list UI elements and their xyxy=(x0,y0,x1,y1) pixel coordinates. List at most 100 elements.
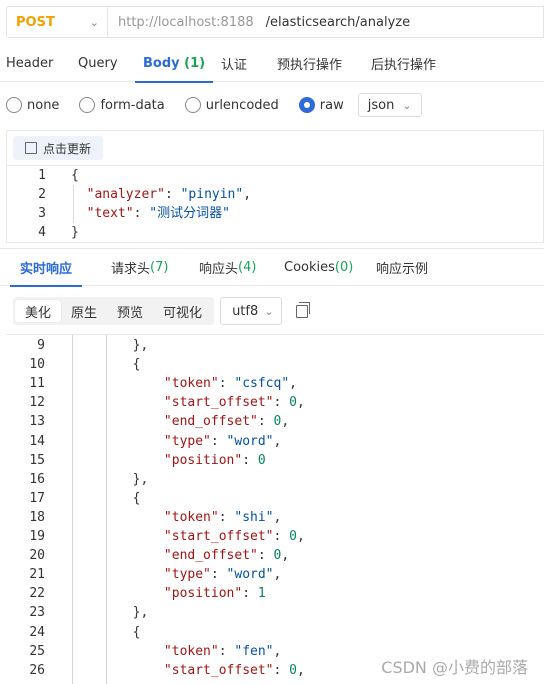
radio-circle-icon xyxy=(6,97,22,113)
code-token: , xyxy=(273,433,282,449)
code-token: , xyxy=(289,376,297,392)
radio-urlencoded-label: urlencoded xyxy=(205,97,279,113)
radio-form-data[interactable]: form-data xyxy=(73,97,165,113)
code-line: 15 "position": 0 xyxy=(6,451,544,470)
view-raw[interactable]: 原生 xyxy=(61,300,107,322)
line-number: 9 xyxy=(37,338,45,353)
line-number: 24 xyxy=(29,624,45,640)
body-format-select[interactable]: json ⌄ xyxy=(357,93,422,117)
tab-pre-script[interactable]: 预执行操作 xyxy=(277,44,342,82)
code-line: 24 { xyxy=(6,623,544,642)
tab-auth[interactable]: 认证 xyxy=(221,44,247,82)
method-select[interactable]: POST ⌄ xyxy=(6,6,108,38)
view-visualize[interactable]: 可视化 xyxy=(153,300,212,322)
code-line: 19 "start_offset": 0, xyxy=(6,527,544,546)
code-token: { xyxy=(71,168,79,183)
code-token: "start_offset" xyxy=(163,662,274,678)
code-text: } xyxy=(71,223,79,242)
tab-cookies[interactable]: Cookies (0) xyxy=(284,249,353,286)
indent-guide xyxy=(73,185,74,223)
code-token: 1 xyxy=(257,586,266,602)
code-token: "shi" xyxy=(234,509,274,525)
line-number: 12 xyxy=(29,395,45,411)
refresh-icon xyxy=(25,142,37,154)
refresh-button[interactable]: 点击更新 xyxy=(13,136,104,160)
view-pretty[interactable]: 美化 xyxy=(15,300,62,322)
code-token: , xyxy=(243,187,252,202)
request-tabs: Header Query Body (1) 认证 预执行操作 后执行操作 xyxy=(0,44,544,83)
code-text: "token": "csfcq", xyxy=(70,374,297,393)
code-line: 14 "type": "word", xyxy=(6,432,544,451)
line-number: 1 xyxy=(38,168,46,183)
code-line: 11 "token": "csfcq", xyxy=(6,374,544,393)
line-number: 20 xyxy=(29,548,45,564)
line-number: 10 xyxy=(29,357,45,373)
tab-live-response[interactable]: 实时响应 xyxy=(9,249,83,287)
code-line: 17 { xyxy=(6,489,544,508)
code-text: "type": "word", xyxy=(70,565,281,584)
editor-toolbar: 点击更新 xyxy=(6,130,544,165)
radio-form-data-label: form-data xyxy=(100,97,165,113)
code-text: "type": "word", xyxy=(70,432,281,451)
radio-raw[interactable]: raw xyxy=(293,97,344,113)
radio-checked-icon xyxy=(298,97,315,113)
tab-query[interactable]: Query xyxy=(78,44,118,82)
code-token: "pinyin" xyxy=(180,187,244,202)
code-text: "analyzer": "pinyin", xyxy=(71,185,251,204)
tab-request-headers[interactable]: 请求头 (7) xyxy=(111,249,168,286)
line-number: 17 xyxy=(29,490,45,506)
code-line: 13 "end_offset": 0, xyxy=(6,412,544,431)
code-token: }, xyxy=(70,471,149,487)
tab-response-headers-label: 响应头 xyxy=(199,262,239,277)
line-number: 15 xyxy=(29,452,45,468)
code-token: "end_offset" xyxy=(163,548,258,564)
code-token: : xyxy=(273,529,290,544)
encoding-value: utf8 xyxy=(232,303,259,319)
request-body-editor[interactable]: 1{2 "analyzer": "pinyin", 3 "text": "测试分词… xyxy=(6,165,544,243)
radio-circle-icon xyxy=(184,97,201,113)
code-token: "fen" xyxy=(234,643,274,659)
body-type-group: none form-data urlencoded raw json ⌄ xyxy=(0,90,422,120)
code-token: , xyxy=(273,509,282,525)
code-token: : xyxy=(242,586,258,602)
code-text: }, xyxy=(70,603,149,622)
view-preview[interactable]: 预览 xyxy=(107,300,153,322)
encoding-select[interactable]: utf8 ⌄ xyxy=(220,297,283,325)
tab-response-example[interactable]: 响应示例 xyxy=(376,249,428,286)
code-token: "position" xyxy=(163,586,243,602)
code-token: "word" xyxy=(226,433,274,449)
code-text: "text": "测试分词器" xyxy=(71,204,230,223)
code-text: "token": "shi", xyxy=(70,508,281,527)
response-tabs: 实时响应 请求头 (7) 响应头 (4) Cookies (0) 响应示例 xyxy=(0,248,544,287)
code-token: "position" xyxy=(163,452,243,468)
tab-body[interactable]: Body (1) xyxy=(134,44,214,83)
tab-post-script[interactable]: 后执行操作 xyxy=(371,44,436,82)
chevron-down-icon: ⌄ xyxy=(89,15,99,29)
code-token: , xyxy=(296,529,305,544)
tab-response-headers[interactable]: 响应头 (4) xyxy=(199,249,256,286)
code-text: }, xyxy=(70,336,149,355)
radio-none[interactable]: none xyxy=(0,97,59,113)
code-token: , xyxy=(273,567,282,583)
code-token: }, xyxy=(70,605,149,621)
response-body-viewer[interactable]: 9 }, 10 {11 "token": "csfcq", 12 "start_of… xyxy=(6,334,544,684)
indent-guide xyxy=(72,335,73,684)
tab-header[interactable]: Header xyxy=(6,44,53,82)
url-input[interactable]: http://localhost:8188 /elasticsearch/ana… xyxy=(108,6,544,38)
line-number: 16 xyxy=(29,471,45,487)
code-token: : xyxy=(210,567,227,583)
copy-icon[interactable] xyxy=(296,301,311,318)
code-token: "text" xyxy=(86,206,134,221)
radio-urlencoded[interactable]: urlencoded xyxy=(179,97,279,113)
response-view-toolbar: 美化 原生 预览 可视化 utf8 ⌄ xyxy=(13,297,311,325)
tab-response-example-label: 响应示例 xyxy=(376,262,429,277)
code-text: "position": 0 xyxy=(70,451,266,470)
code-token: : xyxy=(218,376,235,392)
tab-cookies-count: (0) xyxy=(334,260,354,275)
